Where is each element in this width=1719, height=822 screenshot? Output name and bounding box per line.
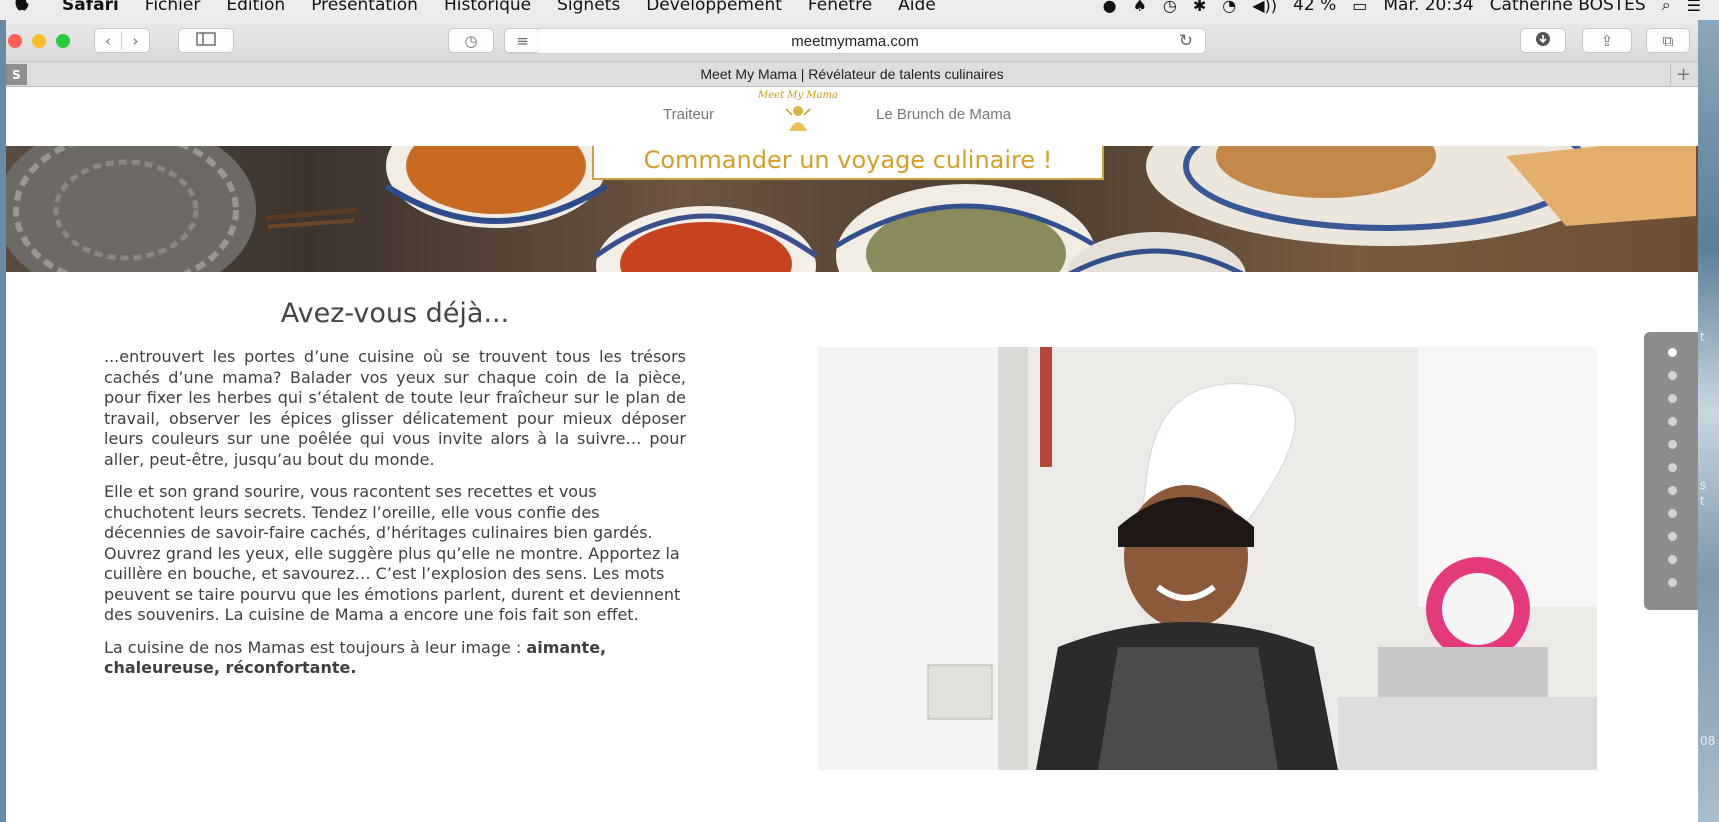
wallpaper-text-fragment: s [1700,478,1707,492]
clock-icon: ◷ [464,31,478,50]
reader-button[interactable]: ≡ [504,28,540,53]
tabs-overview-button[interactable]: ⧉ [1646,28,1690,53]
wallpaper-text-fragment: t [1700,494,1705,508]
section-dot[interactable] [1668,509,1677,518]
address-bar[interactable]: meetmymama.com ↻ [504,28,1206,54]
downloads-button[interactable] [1520,28,1566,53]
bluetooth-icon[interactable]: ✱ [1193,0,1206,15]
battery-icon[interactable]: ▭ [1352,0,1367,15]
time-machine-icon[interactable]: ◷ [1163,0,1177,15]
menubar-clock[interactable]: Mar. 20:34 [1383,0,1473,15]
menu-item-signets[interactable]: Signets [557,0,620,15]
web-page: Traiteur Meet My Mama Le Brunch de Mama [6,88,1698,822]
tab-bar: S Meet My Mama | Révélateur de talents c… [6,62,1698,87]
notification-center-icon[interactable]: ☰ [1687,0,1701,15]
browser-toolbar: ‹ › ◷ ≡ meetmymama.com ↻ ⇪ ⧉ [6,20,1698,62]
wifi-icon[interactable]: ◔ [1222,0,1236,15]
apple-menu-icon[interactable] [14,0,32,17]
order-culinary-trip-button[interactable]: Commander un voyage culinaire ! [592,146,1104,180]
new-tab-icon[interactable]: + [1670,63,1696,85]
skype-icon[interactable]: ● [1103,0,1117,15]
mama-chef-photo [818,347,1597,770]
section-dot[interactable] [1668,555,1677,564]
section-dot-navigation [1644,332,1698,610]
menu-app-name[interactable]: Safari [62,0,119,15]
forward-arrow-icon[interactable]: › [122,32,149,50]
sidebar-toggle-button[interactable] [178,28,234,53]
download-icon [1535,31,1551,51]
spices-banner-image: Commander un voyage culinaire ! [6,146,1698,272]
logo-text: Meet My Mama [758,90,838,101]
section-dot[interactable] [1668,348,1677,357]
minimize-window-button[interactable] [32,34,46,48]
safari-window: ‹ › ◷ ≡ meetmymama.com ↻ ⇪ ⧉ S Meet My M… [6,20,1698,822]
section-dot[interactable] [1668,463,1677,472]
section-dot[interactable] [1668,532,1677,541]
close-window-button[interactable] [8,34,22,48]
section-dot[interactable] [1668,394,1677,403]
zoom-window-button[interactable] [56,34,70,48]
nav-link-brunch-de-mama[interactable]: Le Brunch de Mama [876,106,1011,123]
battery-percentage[interactable]: 42 % [1293,0,1336,15]
section-dot[interactable] [1668,440,1677,449]
logo-mama-icon [783,106,813,141]
paragraph-1: ...entrouvert les portes d’une cuisine o… [104,347,686,469]
site-logo[interactable]: Meet My Mama [754,88,842,142]
desktop-wallpaper [1696,0,1719,822]
nav-link-traiteur[interactable]: Traiteur [663,106,714,123]
menu-item-fichier[interactable]: Fichier [145,0,201,15]
intro-text-column: Avez-vous déjà... ...entrouvert les port… [104,298,686,691]
url-text: meetmymama.com [791,32,919,50]
menu-item-historique[interactable]: Historique [444,0,531,15]
volume-icon[interactable]: ◀)) [1252,0,1277,15]
section-dot[interactable] [1668,371,1677,380]
share-button[interactable]: ⇪ [1582,28,1632,53]
section-dot[interactable] [1668,417,1677,426]
status-extra-icon[interactable]: ♠ [1133,0,1147,15]
section-dot[interactable] [1668,486,1677,495]
macos-menubar: Safari Fichier Édition Présentation Hist… [0,0,1719,20]
menu-item-presentation[interactable]: Présentation [311,0,418,15]
wallpaper-text-fragment: t [1700,330,1705,344]
reload-icon[interactable]: ↻ [1179,31,1193,51]
paragraph-2: Elle et son grand sourire, vous raconten… [104,482,681,624]
menu-item-aide[interactable]: Aide [898,0,936,15]
tabs-icon: ⧉ [1662,31,1674,50]
paragraph-3: La cuisine de nos Mamas est toujours à l… [104,638,686,679]
back-arrow-icon[interactable]: ‹ [95,31,123,50]
reader-lines-icon: ≡ [516,31,529,50]
menu-item-edition[interactable]: Édition [226,0,285,15]
section-dot[interactable] [1668,578,1677,587]
site-nav: Traiteur Meet My Mama Le Brunch de Mama [6,88,1698,146]
wallpaper-text-fragment: 08 [1700,734,1716,748]
menu-item-developpement[interactable]: Développement [646,0,782,15]
back-forward-buttons: ‹ › [94,28,150,53]
paragraph-3-text: La cuisine de nos Mamas est toujours à l… [104,637,527,657]
share-icon: ⇪ [1600,31,1614,50]
sidebar-icon [196,31,216,50]
tab-title[interactable]: Meet My Mama | Révélateur de talents cul… [6,66,1698,82]
history-button[interactable]: ◷ [448,28,494,53]
section-heading: Avez-vous déjà... [280,298,510,329]
spotlight-icon[interactable]: ⌕ [1662,0,1671,15]
menubar-user[interactable]: Catherine BOSTES [1490,0,1646,15]
menu-item-fenetre[interactable]: Fenêtre [808,0,872,15]
